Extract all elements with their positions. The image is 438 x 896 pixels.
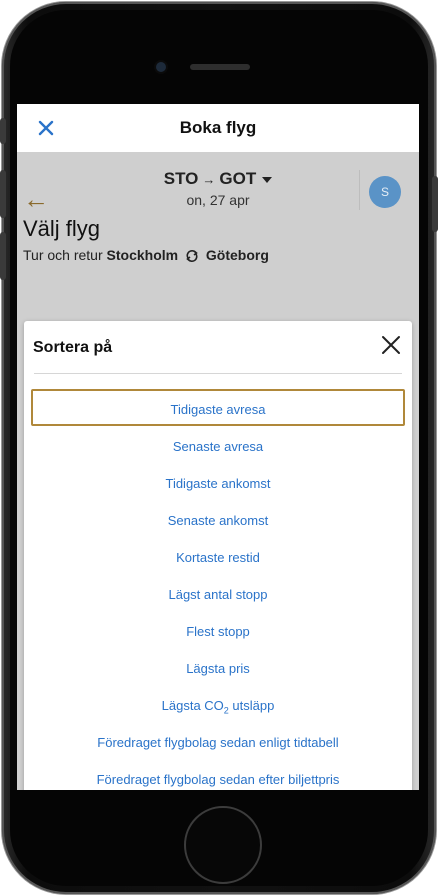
sort-option-preferred-airline-timetable[interactable]: Föredraget flygbolag sedan enligt tidtab… (31, 722, 405, 759)
speaker-grille (190, 64, 250, 70)
camera-icon (156, 62, 166, 72)
sort-modal-title: Sortera på (33, 339, 113, 356)
trip-summary: Tur och retur Stockholm Göteborg (23, 247, 269, 263)
sort-option-shortest-duration[interactable]: Kortaste restid (31, 537, 405, 574)
sort-option-earliest-arrival[interactable]: Tidigaste ankomst (31, 463, 405, 500)
from-city: Stockholm (106, 247, 179, 263)
sort-option-latest-departure[interactable]: Senaste avresa (31, 426, 405, 463)
header-divider (359, 170, 360, 210)
sort-options-list: Tidigaste avresa Senaste avresa Tidigast… (24, 389, 412, 790)
top-bar: Boka flyg (17, 104, 419, 152)
mute-switch (0, 118, 6, 144)
swap-icon (186, 250, 198, 263)
avatar[interactable]: S (369, 176, 401, 208)
volume-up-button (0, 170, 6, 218)
co2-label-suffix: utsläpp (228, 698, 275, 713)
sort-option-latest-arrival[interactable]: Senaste ankomst (31, 500, 405, 537)
sort-option-lowest-co2[interactable]: Lägsta CO2 utsläpp (31, 685, 405, 722)
trip-type: Tur och retur (23, 247, 103, 263)
home-button[interactable] (184, 806, 262, 884)
page-title: Välj flyg (23, 216, 101, 241)
volume-down-button (0, 232, 6, 280)
dropdown-caret-icon (262, 176, 273, 183)
power-button (432, 176, 438, 232)
origin-code: STO (163, 169, 199, 188)
to-city: Göteborg (205, 247, 269, 263)
app-screen: Boka flyg ← STO → GOT on, 27 apr S Välj fl… (17, 104, 419, 790)
co2-label-prefix: Lägsta CO (161, 698, 224, 713)
sort-option-most-stops[interactable]: Flest stopp (31, 611, 405, 648)
sort-option-preferred-airline-price[interactable]: Föredraget flygbolag sedan efter biljett… (31, 759, 405, 790)
sort-modal: Sortera på Tidigaste avresa Senaste avre… (24, 321, 412, 790)
page-header-title: Boka flyg (179, 118, 257, 137)
close-icon[interactable] (379, 333, 403, 357)
sort-option-fewest-stops[interactable]: Lägst antal stopp (31, 574, 405, 611)
flight-search-header: ← STO → GOT on, 27 apr S Välj flyg Tur och… (17, 152, 419, 790)
sort-option-lowest-price[interactable]: Lägsta pris (31, 648, 405, 685)
destination-code: GOT (219, 169, 257, 188)
sort-option-earliest-departure[interactable]: Tidigaste avresa (31, 389, 405, 426)
modal-divider (34, 373, 402, 374)
route-arrow-icon: → (202, 172, 216, 187)
